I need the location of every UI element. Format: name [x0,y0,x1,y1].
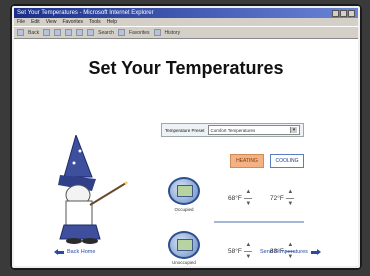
toolbar-back[interactable]: Back [28,30,39,36]
menu-help[interactable]: Help [107,19,117,25]
occupied-cool-value: 72°F [270,194,284,202]
temperature-preset-select[interactable]: Comfort Temperatures ▾ [207,125,300,135]
back-icon[interactable] [17,29,24,36]
occupied-heat-value: 68°F [228,194,242,202]
section-divider [214,221,304,223]
window-title: Set Your Temperatures - Microsoft Intern… [17,10,154,16]
stop-icon[interactable] [54,29,62,36]
unoccupied-heat-control: 58°F ▲ ▼ [228,242,253,260]
browser-toolbar: Back Search Favorites History [14,26,358,39]
monitor-frame: Set Your Temperatures - Microsoft Intern… [10,4,362,270]
occupied-cool-control: 72°F ▲ ▼ [270,189,295,207]
occupied-icon [168,177,200,205]
minimize-button[interactable] [332,9,339,17]
toolbar-favorites[interactable]: Favorites [129,30,150,36]
menu-favorites[interactable]: Favorites [62,19,83,25]
temperature-preset-label: Temperature Preset [165,127,205,133]
menu-edit[interactable]: Edit [31,19,40,25]
favorites-icon[interactable] [117,29,125,36]
heating-button[interactable]: HEATING [230,154,264,168]
unoccupied-heat-stepper[interactable]: ▲ ▼ [244,242,253,260]
page-title: Set Your Temperatures [88,58,284,78]
back-home-label: Back Home [67,249,96,255]
cooling-button[interactable]: COOLING [270,154,304,168]
menu-file[interactable]: File [17,19,25,25]
occupied-heat-control: 68°F ▲ ▼ [228,189,253,207]
temperature-preset-field: Temperature Preset Comfort Temperatures … [161,123,304,137]
menu-tools[interactable]: Tools [89,19,101,25]
title-bar: Set Your Temperatures - Microsoft Intern… [14,8,358,18]
temperature-preset-value: Comfort Temperatures [210,127,256,133]
toolbar-search[interactable]: Search [98,30,114,36]
occupied-cool-stepper[interactable]: ▲ ▼ [286,189,295,207]
arrow-right-icon [310,248,321,255]
forward-icon[interactable] [43,29,51,36]
window-controls [332,9,355,17]
page-content: Set Your Temperatures Temperature Preset… [14,39,358,265]
send-temperatures-label: Send Temperatures [260,249,308,255]
wizard-illustration [58,135,128,244]
browser-window: Set Your Temperatures - Microsoft Intern… [14,8,358,266]
close-button[interactable] [348,9,355,17]
occupied-heat-stepper[interactable]: ▲ ▼ [244,189,253,207]
occupied-label: Occupied [174,207,194,212]
maximize-button[interactable] [340,9,347,17]
arrow-left-icon [54,248,64,255]
back-home-link[interactable]: Back Home [54,248,96,255]
toolbar-history[interactable]: History [165,30,181,36]
unoccupied-icon [168,231,200,259]
menu-view[interactable]: View [46,19,57,25]
menu-bar: File Edit View Favorites Tools Help [14,18,358,26]
send-temperatures-link[interactable]: Send Temperatures [260,248,321,255]
unoccupied-label: Unoccupied [172,260,196,265]
home-icon[interactable] [76,29,84,36]
refresh-icon[interactable] [65,29,73,36]
unoccupied-heat-value: 58°F [228,247,242,255]
search-icon[interactable] [87,29,95,36]
history-icon[interactable] [153,29,161,36]
chevron-down-icon[interactable]: ▾ [290,127,297,133]
